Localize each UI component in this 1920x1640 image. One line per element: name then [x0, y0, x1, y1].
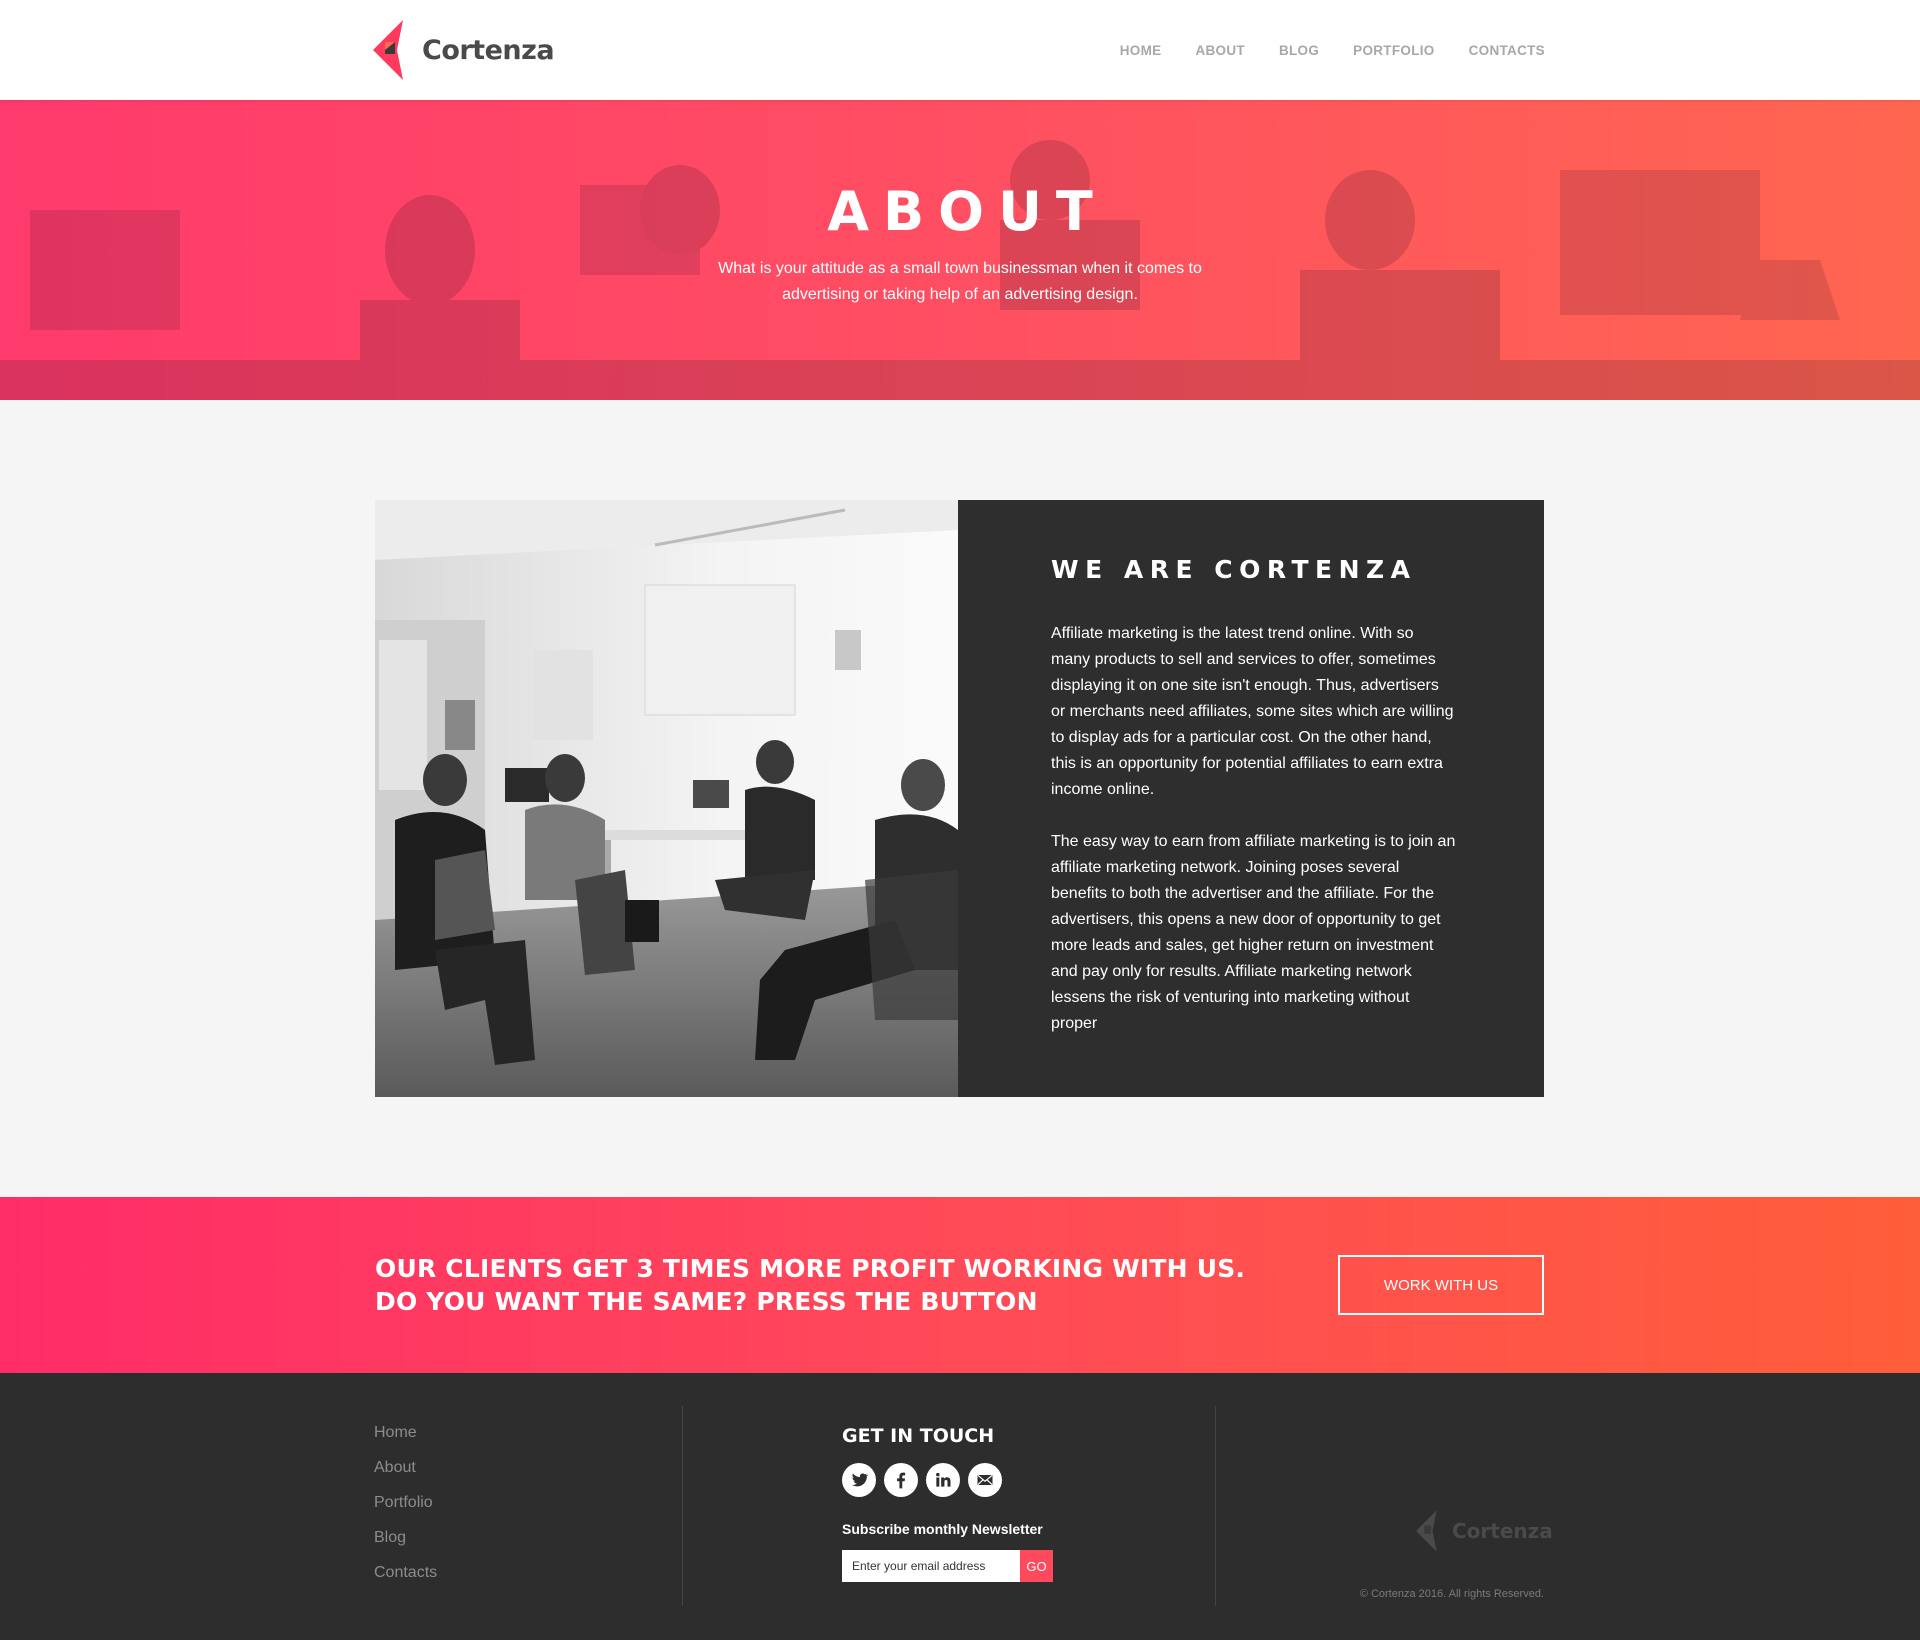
copyright: © Cortenza 2016. All rights Reserved.	[1359, 1588, 1544, 1600]
nav-contacts[interactable]: CONTACTS	[1469, 43, 1545, 58]
footer-link-home[interactable]: Home	[374, 1423, 437, 1458]
footer-nav: Home About Portfolio Blog Contacts	[374, 1423, 437, 1598]
get-in-touch-heading: GET IN TOUCH	[842, 1425, 995, 1447]
email-icon[interactable]	[968, 1463, 1002, 1497]
footer-link-about[interactable]: About	[374, 1458, 437, 1493]
page-title: ABOUT	[827, 180, 1107, 243]
social-links	[842, 1463, 1002, 1497]
cortenza-logo-icon	[1416, 1510, 1437, 1552]
footer-divider	[1215, 1406, 1216, 1606]
brand-name: Cortenza	[422, 34, 555, 66]
cta-line-1: OUR CLIENTS GET 3 TIMES MORE PROFIT WORK…	[375, 1254, 1246, 1283]
facebook-icon[interactable]	[884, 1463, 918, 1497]
about-paragraph: Affiliate marketing is the latest trend …	[1051, 625, 1454, 798]
site-footer: Home About Portfolio Blog Contacts GET I…	[0, 1373, 1920, 1640]
footer-brand-name: Cortenza	[1452, 1519, 1553, 1543]
newsletter-form: GO	[842, 1550, 1053, 1582]
footer-link-blog[interactable]: Blog	[374, 1528, 437, 1563]
newsletter-go-button[interactable]: GO	[1020, 1550, 1053, 1582]
work-with-us-button[interactable]: WORK WITH US	[1338, 1255, 1544, 1315]
newsletter-email-input[interactable]	[842, 1550, 1020, 1582]
cta-line-2: DO YOU WANT THE SAME? PRESS THE BUTTON	[375, 1287, 1038, 1316]
footer-link-contacts[interactable]: Contacts	[374, 1563, 437, 1598]
site-header: Cortenza HOME ABOUT BLOG PORTFOLIO CONTA…	[0, 0, 1920, 100]
nav-blog[interactable]: BLOG	[1279, 43, 1319, 58]
nav-home[interactable]: HOME	[1120, 43, 1162, 58]
linkedin-icon[interactable]	[926, 1463, 960, 1497]
cortenza-logo-icon	[373, 20, 403, 80]
team-photo	[375, 500, 958, 1097]
about-panel: WE ARE CORTENZA Affiliate marketing is t…	[958, 500, 1544, 1097]
footer-logo: Cortenza	[1416, 1509, 1553, 1553]
newsletter-label: Subscribe monthly Newsletter	[842, 1521, 1043, 1537]
twitter-icon[interactable]	[842, 1463, 876, 1497]
cta-text: OUR CLIENTS GET 3 TIMES MORE PROFIT WORK…	[375, 1252, 1245, 1318]
footer-divider	[682, 1406, 683, 1606]
about-paragraph: The easy way to earn from affiliate mark…	[1051, 833, 1456, 1032]
nav-portfolio[interactable]: PORTFOLIO	[1353, 43, 1434, 58]
footer-link-portfolio[interactable]: Portfolio	[374, 1493, 437, 1528]
main-nav: HOME ABOUT BLOG PORTFOLIO CONTACTS	[1120, 0, 1545, 100]
about-text: Affiliate marketing is the latest trend …	[1051, 621, 1456, 1037]
hero-background-photo	[0, 140, 1920, 400]
brand-logo[interactable]: Cortenza	[373, 20, 555, 80]
hero-banner: ABOUT What is your attitude as a small t…	[0, 100, 1920, 400]
about-heading: WE ARE CORTENZA	[1051, 555, 1417, 584]
cta-banner: OUR CLIENTS GET 3 TIMES MORE PROFIT WORK…	[0, 1197, 1920, 1373]
hero-subtitle: What is your attitude as a small town bu…	[718, 260, 1202, 303]
nav-about[interactable]: ABOUT	[1195, 43, 1245, 58]
